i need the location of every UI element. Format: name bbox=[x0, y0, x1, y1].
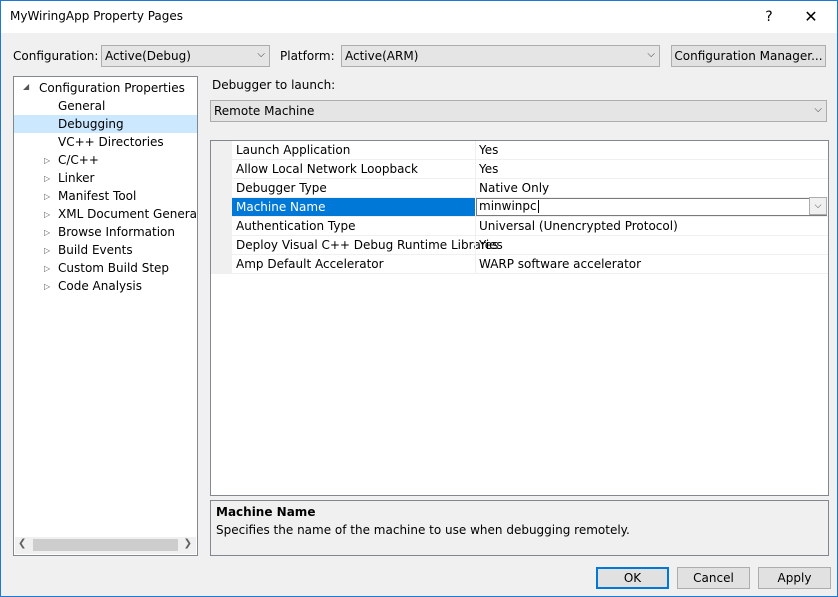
property-grid: Launch Application Yes Allow Local Netwo… bbox=[210, 140, 829, 496]
window-title: MyWiringApp Property Pages bbox=[10, 9, 184, 23]
property-tree: ◢ Configuration Properties General Debug… bbox=[13, 76, 198, 556]
apply-button[interactable]: Apply bbox=[758, 567, 831, 589]
tree-item-manifest-tool[interactable]: Manifest Tool bbox=[58, 187, 136, 205]
property-row-allow-local-network-loopback[interactable]: Allow Local Network Loopback Yes bbox=[232, 160, 828, 179]
scroll-right-icon[interactable]: ❯ bbox=[184, 538, 192, 549]
column-divider bbox=[475, 179, 476, 198]
property-value: Native Only bbox=[479, 181, 550, 195]
machine-name-dropdown-button[interactable]: ⌵ bbox=[809, 197, 827, 215]
property-value: Universal (Unencrypted Protocol) bbox=[479, 219, 678, 233]
property-pages-window: MyWiringApp Property Pages ? ✕ Configura… bbox=[0, 0, 838, 597]
expand-right-icon[interactable]: ▷ bbox=[44, 246, 50, 255]
property-name: Debugger Type bbox=[236, 181, 327, 195]
text-caret bbox=[537, 200, 539, 213]
tree-item-code-analysis[interactable]: Code Analysis bbox=[58, 277, 142, 295]
platform-value: Active(ARM) bbox=[345, 49, 419, 63]
property-row-authentication-type[interactable]: Authentication Type Universal (Unencrypt… bbox=[232, 217, 828, 236]
debugger-value: Remote Machine bbox=[214, 104, 315, 118]
tree-item-build-events[interactable]: Build Events bbox=[58, 241, 133, 259]
grid-margin bbox=[211, 141, 232, 274]
expand-down-icon[interactable]: ◢ bbox=[23, 82, 29, 91]
tree-item-label: Debugging bbox=[58, 117, 124, 131]
platform-label: Platform: bbox=[280, 49, 335, 63]
help-button[interactable]: ? bbox=[749, 1, 789, 33]
column-divider bbox=[475, 141, 476, 160]
platform-dropdown[interactable]: Active(ARM) ⌵ bbox=[341, 45, 660, 67]
debugger-dropdown[interactable]: Remote Machine ⌵ bbox=[210, 100, 827, 122]
chevron-down-icon: ⌵ bbox=[814, 201, 822, 211]
chevron-down-icon: ⌵ bbox=[647, 49, 655, 60]
tree-item-general[interactable]: General bbox=[58, 97, 105, 115]
tree-item-label: XML Document Generator bbox=[58, 207, 198, 221]
chevron-down-icon: ⌵ bbox=[257, 49, 265, 60]
tree-item-debugging[interactable]: Debugging bbox=[14, 115, 197, 133]
property-name: Machine Name bbox=[236, 200, 326, 214]
column-divider bbox=[475, 160, 476, 179]
property-value: Yes bbox=[479, 238, 499, 252]
tree-item-label: Custom Build Step bbox=[58, 261, 170, 275]
close-button[interactable]: ✕ bbox=[791, 1, 831, 33]
property-value: WARP software accelerator bbox=[479, 257, 642, 271]
expand-right-icon[interactable]: ▷ bbox=[44, 210, 50, 219]
scrollbar-thumb[interactable] bbox=[33, 539, 178, 551]
property-row-launch-application[interactable]: Launch Application Yes bbox=[232, 141, 828, 160]
property-row-deploy-vc-debug-runtime[interactable]: Deploy Visual C++ Debug Runtime Librarie… bbox=[232, 236, 828, 255]
column-divider bbox=[475, 255, 476, 274]
tree-root-configuration-properties[interactable]: Configuration Properties bbox=[39, 79, 185, 97]
tree-item-label: Build Events bbox=[58, 243, 133, 257]
debugger-to-launch-label: Debugger to launch: bbox=[212, 78, 336, 92]
property-row-debugger-type[interactable]: Debugger Type Native Only bbox=[232, 179, 828, 198]
property-value: minwinpc bbox=[479, 199, 539, 213]
tree-item-label: C/C++ bbox=[58, 153, 99, 167]
title-bar: MyWiringApp Property Pages ? ✕ bbox=[1, 1, 837, 33]
configuration-dropdown[interactable]: Active(Debug) ⌵ bbox=[101, 45, 270, 67]
machine-name-value: minwinpc bbox=[479, 199, 537, 213]
expand-right-icon[interactable]: ▷ bbox=[44, 228, 50, 237]
property-name: Amp Default Accelerator bbox=[236, 257, 384, 271]
property-row-amp-default-accelerator[interactable]: Amp Default Accelerator WARP software ac… bbox=[232, 255, 828, 274]
column-divider bbox=[475, 217, 476, 236]
chevron-down-icon: ⌵ bbox=[814, 104, 822, 115]
tree-item-label: Manifest Tool bbox=[58, 189, 137, 203]
tree-item-label: Linker bbox=[58, 171, 95, 185]
configuration-manager-button[interactable]: Configuration Manager... bbox=[671, 45, 826, 67]
configuration-label: Configuration: bbox=[13, 49, 99, 63]
tree-item-label: VC++ Directories bbox=[58, 135, 164, 149]
tree-item-label: Browse Information bbox=[58, 225, 175, 239]
expand-right-icon[interactable]: ▷ bbox=[44, 174, 50, 183]
expand-right-icon[interactable]: ▷ bbox=[44, 264, 50, 273]
description-panel: Machine Name Specifies the name of the m… bbox=[210, 500, 829, 556]
property-name: Allow Local Network Loopback bbox=[236, 162, 418, 176]
expand-right-icon[interactable]: ▷ bbox=[44, 156, 50, 165]
expand-right-icon[interactable]: ▷ bbox=[44, 192, 50, 201]
tree-item-label: Code Analysis bbox=[58, 279, 142, 293]
property-name: Launch Application bbox=[236, 143, 351, 157]
column-divider bbox=[475, 236, 476, 255]
tree-horizontal-scrollbar[interactable]: ❮ ❯ bbox=[15, 537, 196, 554]
tree-item-linker[interactable]: Linker bbox=[58, 169, 94, 187]
configuration-value: Active(Debug) bbox=[105, 49, 191, 63]
tree-item-browse-information[interactable]: Browse Information bbox=[58, 223, 175, 241]
property-row-machine-name[interactable]: Machine Name minwinpc ⌵ bbox=[232, 197, 828, 217]
description-text: Specifies the name of the machine to use… bbox=[216, 523, 630, 537]
property-value: Yes bbox=[479, 143, 499, 157]
expand-right-icon[interactable]: ▷ bbox=[44, 282, 50, 291]
scroll-left-icon[interactable]: ❮ bbox=[18, 538, 26, 549]
cancel-button[interactable]: Cancel bbox=[677, 567, 750, 589]
tree-item-vc-directories[interactable]: VC++ Directories bbox=[58, 133, 164, 151]
property-name: Authentication Type bbox=[236, 219, 356, 233]
property-value: Yes bbox=[479, 162, 499, 176]
tree-item-label: General bbox=[58, 99, 106, 113]
tree-item-c-cpp[interactable]: C/C++ bbox=[58, 151, 99, 169]
property-name: Deploy Visual C++ Debug Runtime Librarie… bbox=[236, 238, 503, 252]
tree-item-xml-document-generator[interactable]: XML Document Generator bbox=[58, 205, 198, 223]
description-title: Machine Name bbox=[216, 505, 316, 519]
tree-item-custom-build-step[interactable]: Custom Build Step bbox=[58, 259, 169, 277]
ok-button[interactable]: OK bbox=[596, 567, 669, 589]
